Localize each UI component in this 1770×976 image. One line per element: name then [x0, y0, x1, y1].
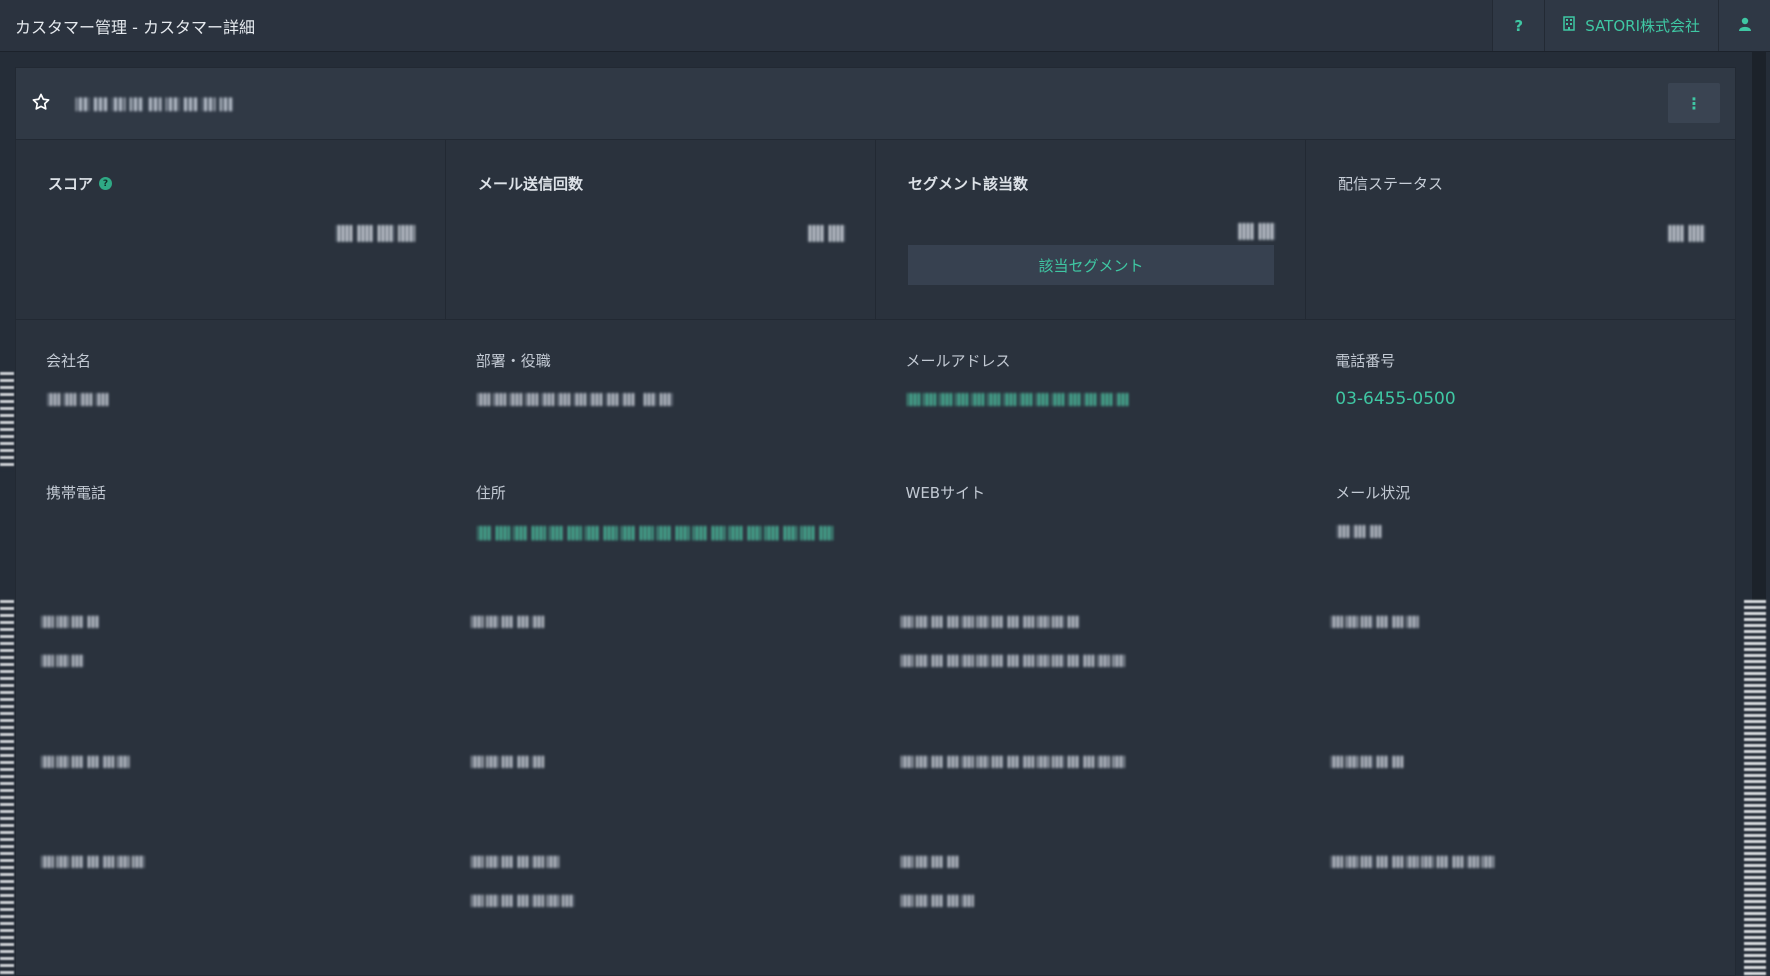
stat-label: メール送信回数	[478, 175, 584, 193]
company-name: SATORI株式会社	[1585, 17, 1700, 35]
company-switcher[interactable]: SATORI株式会社	[1544, 0, 1718, 51]
field-label: メール状況	[1335, 484, 1411, 502]
redacted-text: ■■■■■■■■■■■	[1329, 851, 1735, 870]
field-email: メールアドレス ■■■■■■■■■■■■■■	[876, 350, 1306, 482]
help-icon: ?	[1514, 16, 1524, 35]
redacted-text: ■■■■■	[900, 890, 1306, 909]
redacted-text: ■■■■■■■■■■■■■■■	[900, 650, 1306, 669]
stat-label: セグメント該当数	[908, 175, 1029, 193]
customer-header: ■■■■■■■■■ ⋮	[16, 68, 1735, 140]
stat-label: スコア	[48, 175, 94, 193]
field-address: 住所 ■■■■■■■■■■■■■■■■■■■■	[446, 482, 876, 614]
field-label: 住所	[475, 484, 506, 502]
address-link[interactable]: ■■■■■■■■■■■■■■■■■■■■	[476, 521, 876, 543]
field-website: WEBサイト	[876, 482, 1306, 614]
top-bar: カスタマー管理 - カスタマー詳細 ? SATORI株式会社	[0, 0, 1770, 52]
field-label: 携帯電話	[46, 484, 107, 502]
stat-value: ■■■■	[333, 220, 417, 245]
stat-value: ■■	[1235, 218, 1277, 243]
field-label: メールアドレス	[905, 352, 1011, 370]
field-value: ■■■■■■■■■■ ■■	[476, 389, 876, 409]
stat-segment-count: セグメント該当数 ■■ 該当セグメント	[876, 140, 1306, 319]
vertical-dots-icon: ⋮	[1686, 93, 1702, 113]
redacted-text: ■■■	[40, 650, 446, 669]
redacted-text: ■■■■■■■■■■■■■■■	[900, 751, 1306, 770]
stats-row: スコア ? ■■■■ メール送信回数 ■■ セグメント該当数 ■■ 該当セグメン…	[16, 140, 1735, 320]
redacted-text: ■■■■■	[470, 751, 876, 770]
redacted-row: ■■■■ ■■■ ■■■■■ ■■■■■■■■■■■■ ■■■■■■■■■■■■…	[16, 611, 1735, 751]
redacted-text: ■■■■■	[1329, 751, 1735, 770]
redacted-row: ■■■■■■ ■■■■■ ■■■■■■■■■■■■■■■ ■■■■■	[16, 751, 1735, 851]
field-department: 部署・役職 ■■■■■■■■■■ ■■	[446, 350, 876, 482]
user-icon	[1738, 17, 1751, 35]
redacted-text: ■■■■■■■	[40, 851, 446, 870]
customer-fields: 会社名 ■■■■ 部署・役職 ■■■■■■■■■■ ■■ メールアドレス ■■■…	[16, 320, 1735, 614]
redacted-row: ■■■■■■■ ■■■■■■ ■■■■■■■ ■■■■ ■■■■■ ■■■■■■…	[16, 851, 1735, 929]
stat-value: ■■	[1665, 220, 1707, 245]
field-mobile: 携帯電話	[16, 482, 446, 614]
redacted-text: ■■■■	[40, 611, 446, 630]
customer-name: ■■■■■■■■■	[74, 93, 237, 114]
page-title: カスタマー管理 - カスタマー詳細	[15, 17, 255, 37]
building-icon	[1563, 16, 1576, 35]
edge-artifact	[0, 600, 14, 976]
field-label: 部署・役職	[475, 352, 551, 370]
customer-detail-card: ■■■■■■■■■ ⋮ スコア ? ■■■■ メール送信回数 ■■ セグメント該…	[15, 67, 1736, 976]
field-value: ■■■	[1335, 521, 1735, 541]
stat-label: 配信ステータス	[1338, 175, 1444, 193]
field-mail-status: メール状況 ■■■	[1305, 482, 1735, 614]
redacted-text: ■■■■■■■■■■■■	[900, 611, 1306, 630]
question-icon[interactable]: ?	[99, 177, 113, 190]
topbar-actions: ? SATORI株式会社	[1492, 0, 1770, 51]
favorite-button[interactable]	[30, 93, 52, 115]
matching-segments-button[interactable]: 該当セグメント	[908, 245, 1274, 285]
phone-link[interactable]: 03-6455-0500	[1335, 389, 1735, 409]
redacted-text: ■■■■■■	[1329, 611, 1735, 630]
email-link[interactable]: ■■■■■■■■■■■■■■	[906, 389, 1306, 409]
redacted-text: ■■■■■■	[470, 851, 876, 870]
edge-artifact	[1744, 600, 1766, 976]
redacted-text: ■■■■■■	[40, 751, 446, 770]
field-company: 会社名 ■■■■	[16, 350, 446, 482]
help-button[interactable]: ?	[1492, 0, 1545, 51]
redacted-text: ■■■■■■■	[470, 890, 876, 909]
field-value: ■■■■	[46, 389, 446, 409]
stat-delivery-status: 配信ステータス ■■	[1306, 140, 1735, 319]
field-label: 電話番号	[1335, 352, 1396, 370]
star-outline-icon	[31, 92, 51, 116]
stat-mail-count: メール送信回数 ■■	[446, 140, 876, 319]
stat-value: ■■	[805, 220, 847, 245]
field-phone: 電話番号 03-6455-0500	[1305, 350, 1735, 482]
field-label: 会社名	[46, 352, 92, 370]
more-menu-button[interactable]: ⋮	[1668, 83, 1720, 123]
edge-artifact	[0, 372, 14, 470]
user-menu-button[interactable]	[1718, 0, 1770, 51]
redacted-text: ■■■■	[900, 851, 1306, 870]
redacted-text: ■■■■■	[470, 611, 876, 630]
field-label: WEBサイト	[905, 484, 986, 502]
stat-score: スコア ? ■■■■	[16, 140, 446, 319]
